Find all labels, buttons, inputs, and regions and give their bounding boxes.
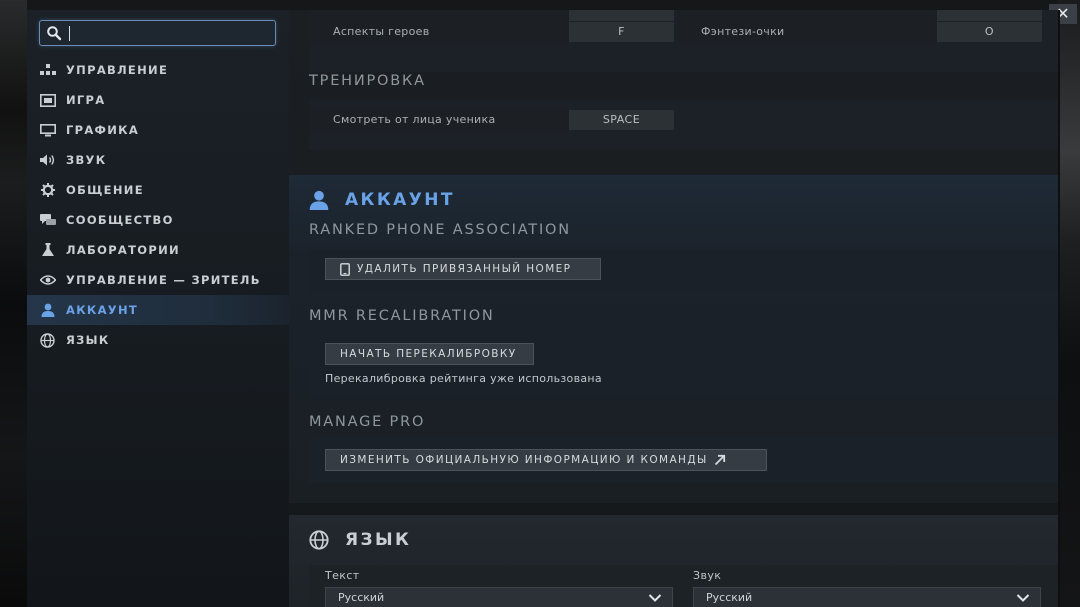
sidebar-item-community[interactable]: СООБЩЕСТВО <box>27 205 289 235</box>
hotkey-label: Фэнтези-очки <box>677 22 937 42</box>
edit-pro-info-label: ИЗМЕНИТЬ ОФИЦИАЛЬНУЮ ИНФОРМАЦИЮ И КОМАНД… <box>340 454 708 466</box>
text-caret <box>69 26 70 41</box>
hotkey-row-student-view: Смотреть от лица ученика SPACE <box>309 109 674 131</box>
mmr-recalibration-title: MMR RECALIBRATION <box>309 308 495 324</box>
globe-icon <box>39 332 56 348</box>
text-language-dropdown[interactable]: Русский <box>325 587 673 607</box>
flask-icon <box>39 243 56 257</box>
settings-sidebar: УПРАВЛЕНИЕ ИГРА ГРАФИКА ЗВУК ОБЩЕНИЕ СОО… <box>27 10 289 607</box>
text-language-value: Русский <box>338 591 385 604</box>
audio-language-value: Русский <box>706 591 753 604</box>
sidebar-item-label: ОБЩЕНИЕ <box>66 183 144 197</box>
language-heading: ЯЗЫК <box>309 530 411 550</box>
sidebar-item-label: ГРАФИКА <box>66 123 140 137</box>
sidebar-item-label: ИГРА <box>66 93 106 107</box>
training-section: Аспекты героев F Фэнтези-очки O ТРЕНИРОВ… <box>289 10 1058 175</box>
sidebar-item-sound[interactable]: ЗВУК <box>27 145 289 175</box>
phone-icon <box>340 262 350 276</box>
training-title: ТРЕНИРОВКА <box>309 73 426 89</box>
hotkey-key[interactable]: SPACE <box>569 110 674 130</box>
sidebar-item-social[interactable]: ОБЩЕНИЕ <box>27 175 289 205</box>
hotkey-key <box>569 10 674 21</box>
game-icon <box>39 93 56 107</box>
sidebar-item-account[interactable]: АККАУНТ <box>27 295 289 325</box>
sidebar-item-game[interactable]: ИГРА <box>27 85 289 115</box>
remove-phone-label: УДАЛИТЬ ПРИВЯЗАННЫЙ НОМЕР <box>357 263 572 275</box>
hotkey-label: Аспекты героев <box>309 22 569 42</box>
chevron-down-icon <box>1016 594 1030 602</box>
start-recalibration-button[interactable]: НАЧАТЬ ПЕРЕКАЛИБРОВКУ <box>325 343 534 365</box>
search-icon <box>47 26 62 41</box>
external-link-icon <box>714 454 725 466</box>
sidebar-nav: УПРАВЛЕНИЕ ИГРА ГРАФИКА ЗВУК ОБЩЕНИЕ СОО… <box>27 55 289 355</box>
scroll-gutter <box>1058 10 1060 607</box>
audio-language-dropdown[interactable]: Русский <box>693 587 1041 607</box>
gear-icon <box>39 183 56 197</box>
text-language-label: Текст <box>325 569 360 582</box>
hotkey-label: Смотреть от лица ученика <box>309 110 569 130</box>
hotkey-label <box>309 10 569 21</box>
remove-phone-button[interactable]: УДАЛИТЬ ПРИВЯЗАННЫЙ НОМЕР <box>325 258 601 280</box>
phone-association-title: RANKED PHONE ASSOCIATION <box>309 222 571 238</box>
sidebar-item-label: ЯЗЫК <box>66 333 110 347</box>
background-top <box>0 0 1080 10</box>
language-heading-text: ЯЗЫК <box>345 530 412 550</box>
account-heading-text: АККАУНТ <box>345 190 455 210</box>
sidebar-item-controls[interactable]: УПРАВЛЕНИЕ <box>27 55 289 85</box>
language-section: ЯЗЫК Текст Русский Звук Русский <box>289 515 1058 607</box>
sidebar-item-language[interactable]: ЯЗЫК <box>27 325 289 355</box>
hotkey-row-fantasy-points: Фэнтези-очки O <box>677 21 1042 43</box>
hotkey-row-hero-facets: Аспекты героев F <box>309 21 674 43</box>
sidebar-item-label: ЗВУК <box>66 153 107 167</box>
hotkey-key[interactable]: O <box>937 22 1042 42</box>
settings-content: Аспекты героев F Фэнтези-очки O ТРЕНИРОВ… <box>289 10 1058 607</box>
eye-icon <box>39 273 56 287</box>
background-left <box>0 0 27 607</box>
globe-icon <box>309 530 329 550</box>
sidebar-item-label: ЛАБОРАТОРИИ <box>66 243 180 257</box>
sidebar-item-graphics[interactable]: ГРАФИКА <box>27 115 289 145</box>
account-heading: АККАУНТ <box>309 190 455 210</box>
hotkey-key <box>937 10 1042 21</box>
sidebar-item-label: УПРАВЛЕНИЕ <box>66 63 169 77</box>
account-section: АККАУНТ RANKED PHONE ASSOCIATION УДАЛИТЬ… <box>289 175 1058 503</box>
sidebar-item-label: СООБЩЕСТВО <box>66 213 174 227</box>
background-right <box>1058 0 1080 607</box>
sidebar-item-labs[interactable]: ЛАБОРАТОРИИ <box>27 235 289 265</box>
user-icon <box>39 303 56 317</box>
sidebar-item-spectator-controls[interactable]: УПРАВЛЕНИЕ — ЗРИТЕЛЬ <box>27 265 289 295</box>
search-input[interactable] <box>39 20 276 46</box>
monitor-icon <box>39 123 56 137</box>
user-icon <box>309 190 329 210</box>
audio-language-label: Звук <box>693 569 722 582</box>
recalibration-note: Перекалибровка рейтинга уже использована <box>325 372 602 385</box>
manage-pro-title: MANAGE PRO <box>309 414 426 430</box>
chevron-down-icon <box>648 594 662 602</box>
sidebar-item-label: АККАУНТ <box>66 303 139 317</box>
hotkey-key[interactable]: F <box>569 22 674 42</box>
hotkey-label <box>677 10 937 21</box>
speaker-icon <box>39 153 56 167</box>
start-recalibration-label: НАЧАТЬ ПЕРЕКАЛИБРОВКУ <box>340 348 517 360</box>
controls-icon <box>39 63 56 77</box>
chat-icon <box>39 213 56 227</box>
sidebar-item-label: УПРАВЛЕНИЕ — ЗРИТЕЛЬ <box>66 273 261 287</box>
edit-pro-info-button[interactable]: ИЗМЕНИТЬ ОФИЦИАЛЬНУЮ ИНФОРМАЦИЮ И КОМАНД… <box>325 449 767 471</box>
